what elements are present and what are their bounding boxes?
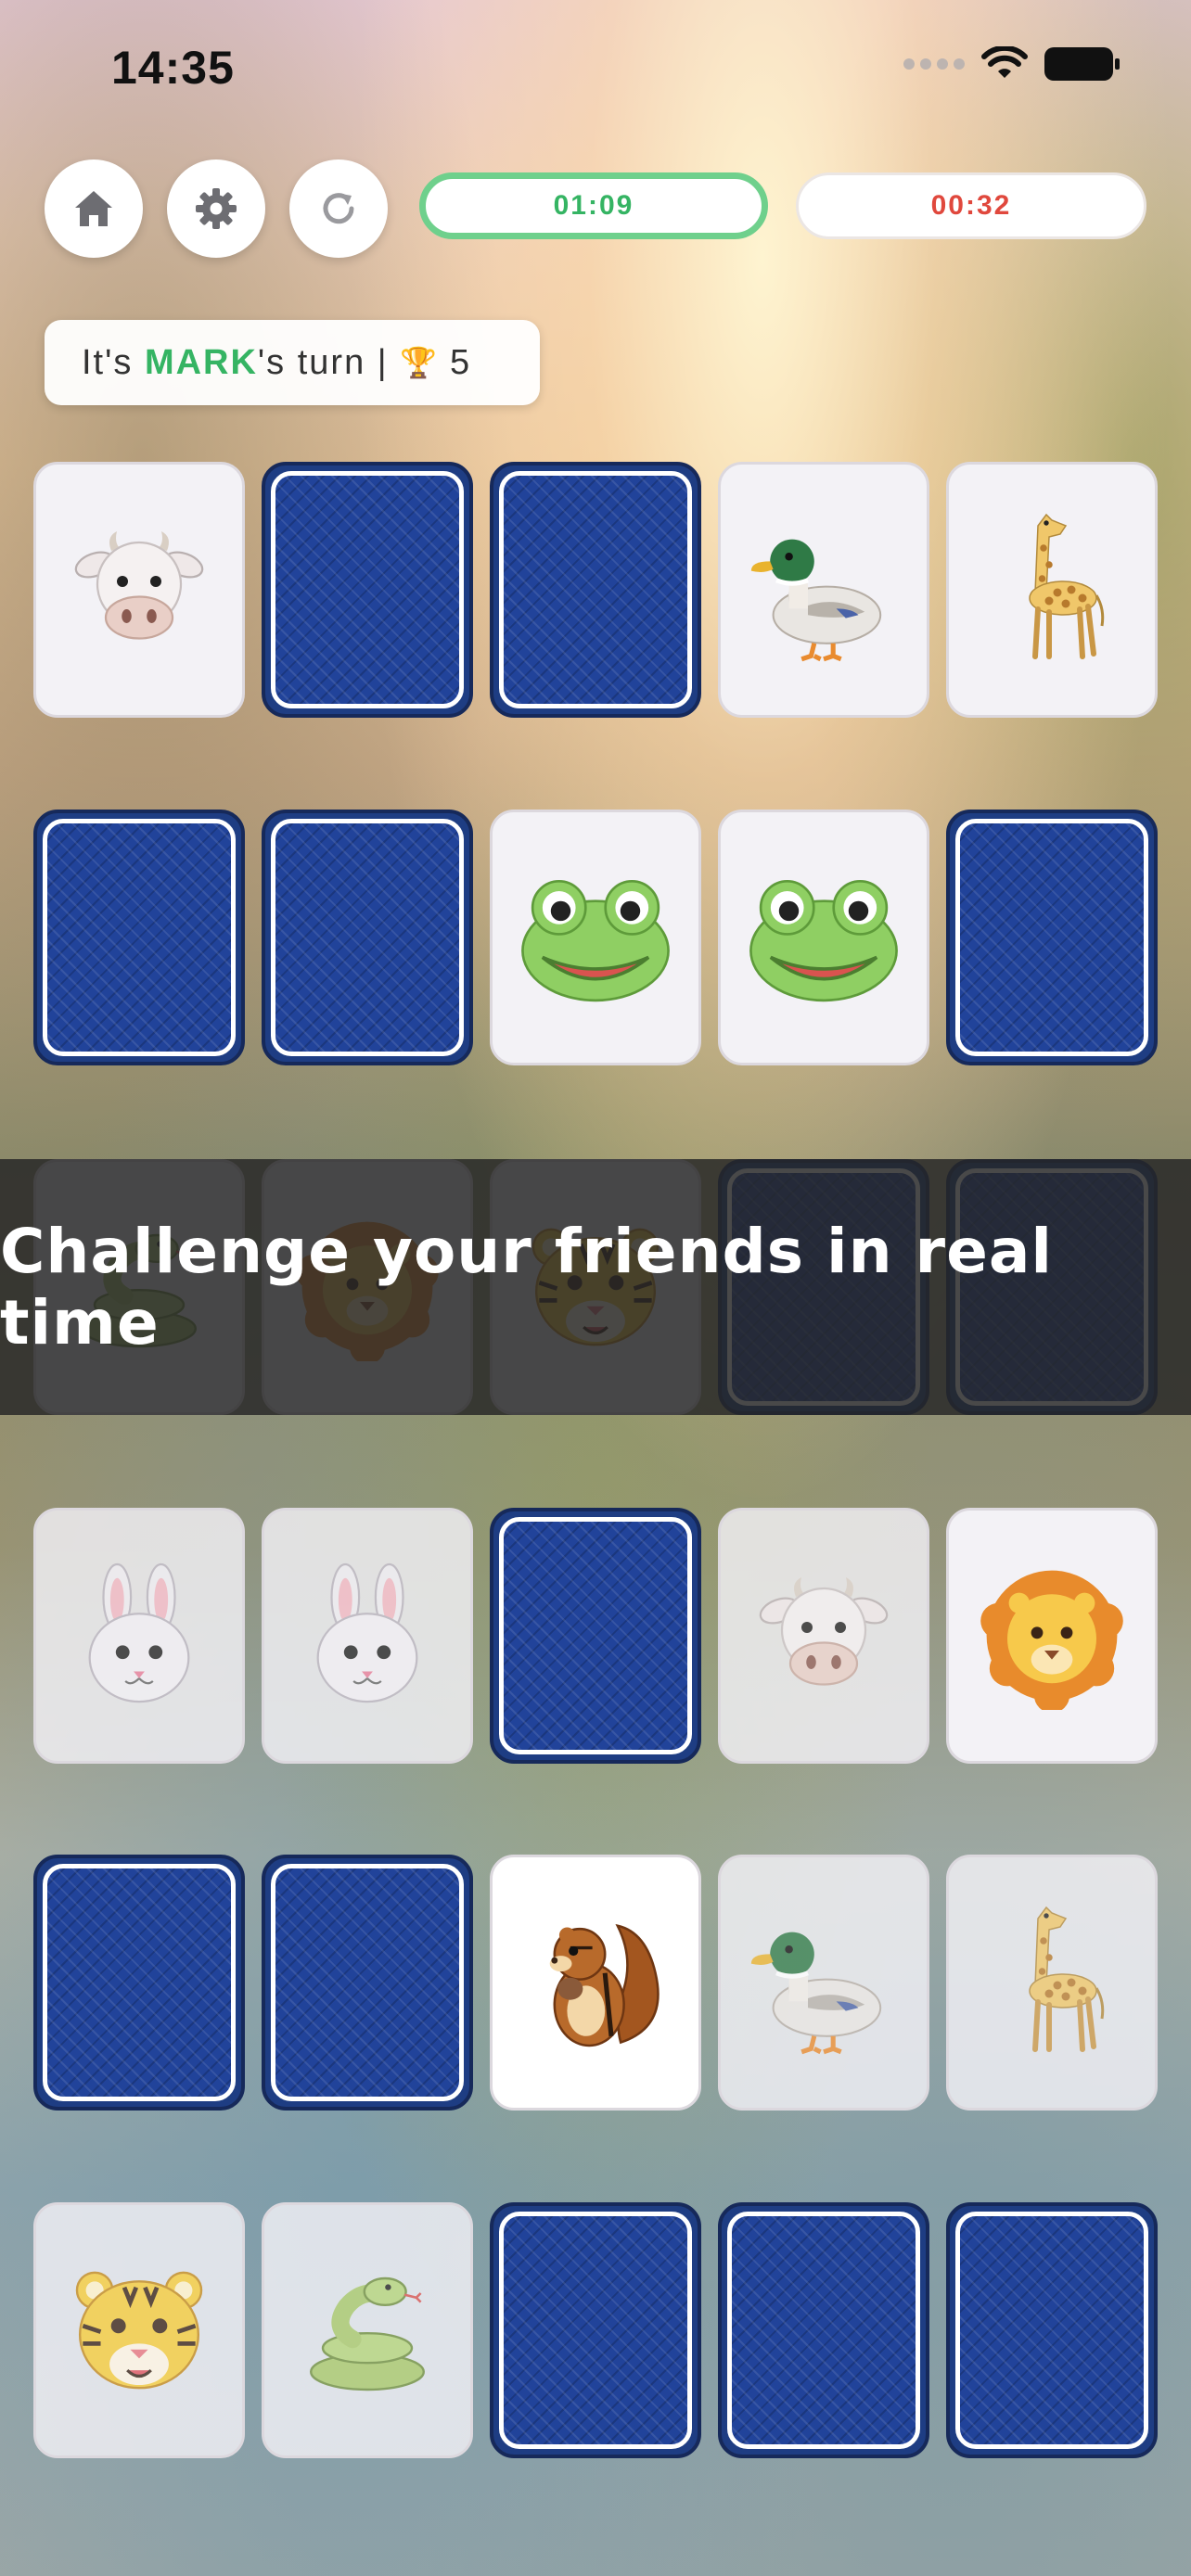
- frog-icon: [740, 868, 907, 1007]
- cellular-signal-icon: [903, 58, 965, 70]
- card-chipmunk[interactable]: [490, 1855, 701, 2111]
- card-tiger[interactable]: [33, 2202, 245, 2458]
- turn-suffix: 's turn |: [257, 342, 401, 382]
- card-back-pattern: [955, 819, 1148, 1056]
- settings-button[interactable]: [167, 159, 265, 258]
- card-back-pattern: [43, 819, 236, 1056]
- turn-prefix: It's: [82, 342, 145, 382]
- battery-icon: [1044, 47, 1120, 81]
- card-frog[interactable]: [490, 810, 701, 1065]
- snake-icon: [293, 2256, 442, 2404]
- frog-icon: [512, 868, 679, 1007]
- card-back-pattern: [955, 2212, 1148, 2449]
- wifi-icon: [981, 46, 1028, 78]
- home-icon: [75, 191, 112, 226]
- card-duck[interactable]: [718, 1855, 929, 2111]
- player-timer-value: 01:09: [553, 190, 634, 221]
- card-facedown[interactable]: [262, 462, 473, 718]
- card-frog[interactable]: [718, 810, 929, 1065]
- card-cow[interactable]: [33, 462, 245, 718]
- card-duck[interactable]: [718, 462, 929, 718]
- card-giraffe[interactable]: [946, 1855, 1158, 2111]
- score-value: 5: [450, 342, 472, 382]
- card-facedown[interactable]: [33, 1855, 245, 2111]
- card-back-pattern: [43, 1864, 236, 2101]
- cow-icon: [754, 1566, 893, 1705]
- rabbit-icon: [70, 1562, 209, 1710]
- card-facedown[interactable]: [718, 2202, 929, 2458]
- restart-icon: [323, 193, 354, 224]
- tiger-icon: [65, 2261, 213, 2400]
- current-player-name: MARK: [144, 342, 258, 382]
- duck-icon: [745, 511, 903, 669]
- card-back-pattern: [271, 1864, 464, 2101]
- card-facedown[interactable]: [33, 810, 245, 1065]
- card-facedown[interactable]: [490, 462, 701, 718]
- card-facedown[interactable]: [262, 1855, 473, 2111]
- card-rabbit[interactable]: [33, 1508, 245, 1764]
- player-timer: 01:09: [419, 172, 768, 239]
- card-back-pattern: [499, 2212, 692, 2449]
- card-back-pattern: [499, 1517, 692, 1754]
- card-giraffe[interactable]: [946, 462, 1158, 718]
- opponent-timer-value: 00:32: [930, 190, 1012, 221]
- promo-banner: Challenge your friends in real time: [0, 1159, 1191, 1415]
- duck-icon: [745, 1904, 903, 2061]
- card-lion[interactable]: [946, 1508, 1158, 1764]
- status-bar: 14:35: [0, 0, 1191, 130]
- card-back-pattern: [727, 2212, 920, 2449]
- status-icons: [903, 46, 1120, 82]
- card-back-pattern: [499, 471, 692, 708]
- lion-icon: [978, 1562, 1126, 1710]
- card-facedown[interactable]: [490, 1508, 701, 1764]
- restart-button[interactable]: [289, 159, 388, 258]
- card-rabbit[interactable]: [262, 1508, 473, 1764]
- card-back-pattern: [271, 471, 464, 708]
- card-facedown[interactable]: [946, 2202, 1158, 2458]
- card-facedown[interactable]: [946, 810, 1158, 1065]
- card-cow[interactable]: [718, 1508, 929, 1764]
- card-back-pattern: [271, 819, 464, 1056]
- chipmunk-icon: [517, 1904, 674, 2061]
- turn-indicator: It's MARK 's turn | 🏆 5: [45, 320, 540, 405]
- opponent-timer: 00:32: [796, 172, 1146, 239]
- trophy-icon: 🏆: [400, 346, 440, 379]
- home-button[interactable]: [45, 159, 143, 258]
- gear-icon: [196, 188, 237, 229]
- rabbit-icon: [298, 1562, 437, 1710]
- giraffe-icon: [982, 1894, 1121, 2071]
- status-time: 14:35: [111, 42, 235, 94]
- promo-banner-text: Challenge your friends in real time: [0, 1216, 1054, 1358]
- card-snake[interactable]: [262, 2202, 473, 2458]
- card-facedown[interactable]: [490, 2202, 701, 2458]
- giraffe-icon: [982, 502, 1121, 678]
- cow-icon: [70, 520, 209, 659]
- card-facedown[interactable]: [262, 810, 473, 1065]
